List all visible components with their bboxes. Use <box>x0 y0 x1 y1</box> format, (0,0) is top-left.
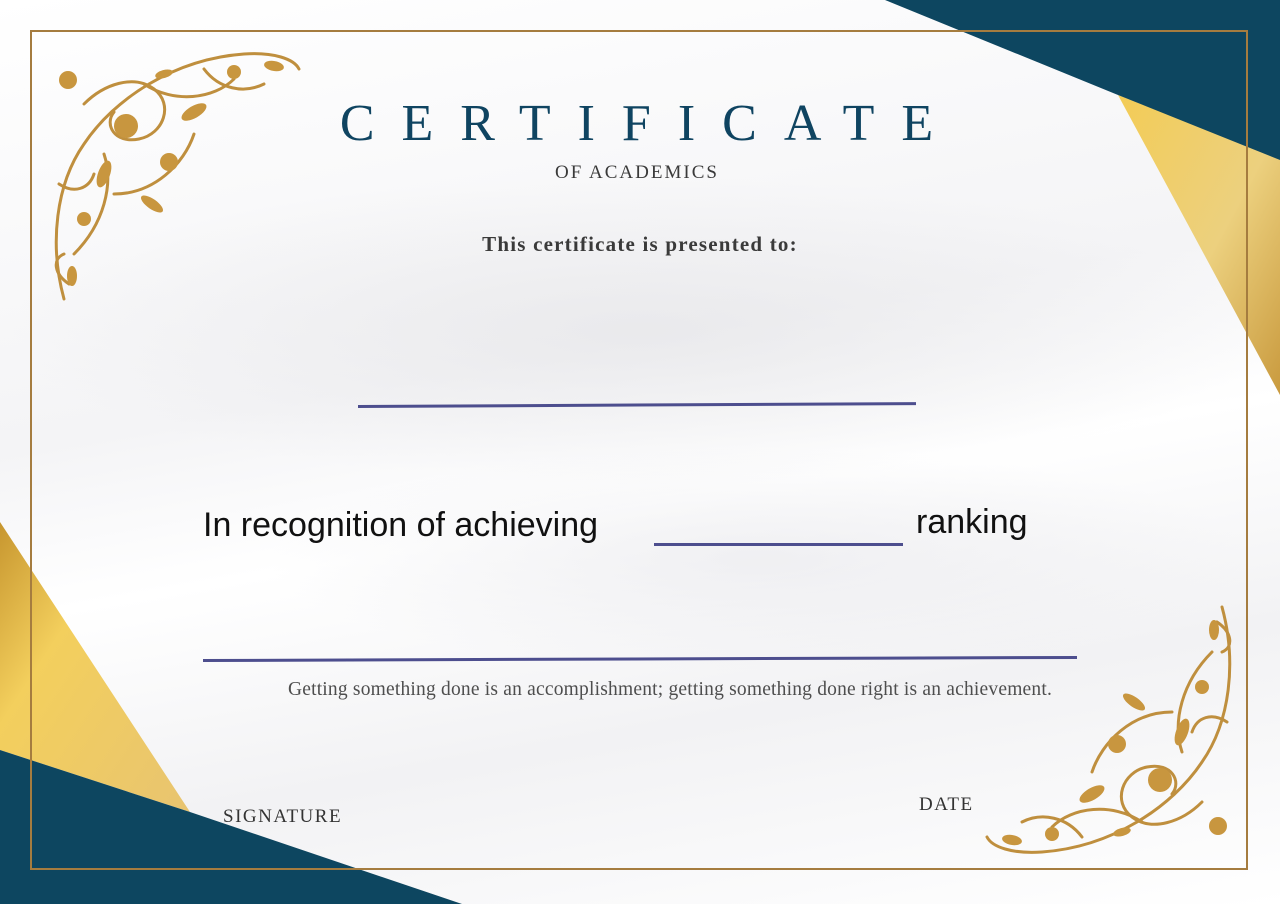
floral-corner-ornament-icon <box>985 605 1232 854</box>
ranking-blank-line <box>654 543 903 546</box>
signature-label: SIGNATURE <box>223 806 343 827</box>
recognition-text: In recognition of achieving <box>203 506 599 544</box>
floral-corner-ornament-icon <box>54 52 301 301</box>
date-label: DATE <box>919 794 974 815</box>
certificate-title: CERTIFICATE <box>339 95 961 152</box>
achievement-quote: Getting something done is an accomplishm… <box>287 679 1053 700</box>
ranking-text: ranking <box>916 503 1028 541</box>
certificate-page: CERTIFICATE OF ACADEMICS This certificat… <box>0 0 1280 904</box>
presented-to-label: This certificate is presented to: <box>482 232 798 256</box>
certificate-subtitle: OF ACADEMICS <box>555 162 719 183</box>
